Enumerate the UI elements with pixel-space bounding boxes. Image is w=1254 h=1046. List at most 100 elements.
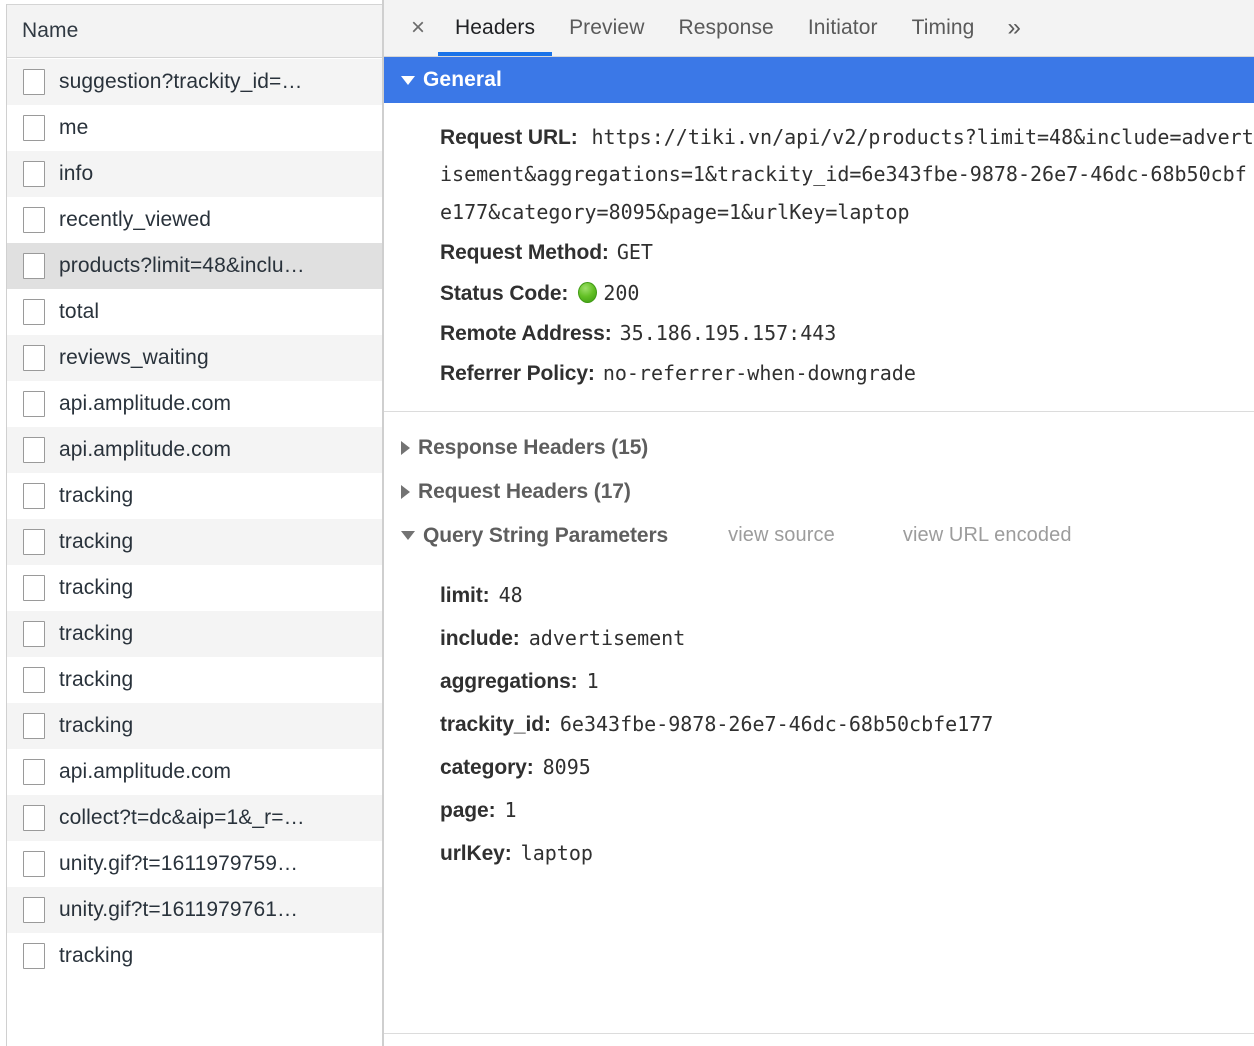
request-list-item[interactable]: total — [7, 289, 382, 335]
query-string-parameter-key: urlKey: — [440, 841, 512, 865]
request-url-row: Request URL: https://tiki.vn/api/v2/prod… — [384, 117, 1254, 233]
request-checkbox[interactable] — [23, 391, 45, 417]
request-checkbox[interactable] — [23, 161, 45, 187]
request-checkbox[interactable] — [23, 483, 45, 509]
request-name-label: products?limit=48&inclu… — [59, 254, 305, 277]
request-checkbox[interactable] — [23, 115, 45, 141]
request-list-item[interactable]: tracking — [7, 519, 382, 565]
query-string-parameter-key: category: — [440, 755, 534, 779]
request-checkbox[interactable] — [23, 299, 45, 325]
request-headers-section[interactable]: Request Headers (17) — [384, 470, 1254, 514]
close-icon[interactable]: × — [398, 0, 438, 56]
request-list-item[interactable]: reviews_waiting — [7, 335, 382, 381]
request-list-item[interactable]: unity.gif?t=1611979759… — [7, 841, 382, 887]
chevron-right-icon — [401, 484, 410, 499]
query-string-parameter-row: category: 8095 — [384, 746, 1254, 789]
more-tabs-icon[interactable]: » — [991, 0, 1036, 56]
request-name-label: tracking — [59, 944, 134, 967]
headers-body: General Request URL: https://tiki.vn/api… — [384, 57, 1254, 1046]
details-tabbar: × Headers Preview Response Initiator Timing … — [384, 0, 1254, 57]
request-checkbox[interactable] — [23, 851, 45, 877]
query-string-section[interactable]: Query String Parameters view source view… — [384, 514, 1254, 558]
general-section-header[interactable]: General — [384, 57, 1254, 103]
request-list-item[interactable]: api.amplitude.com — [7, 427, 382, 473]
status-code-key: Status Code: — [440, 281, 569, 305]
remote-address-value: 35.186.195.157:443 — [619, 321, 837, 345]
request-name-label: tracking — [59, 576, 134, 599]
request-name-label: tracking — [59, 484, 134, 507]
request-checkbox[interactable] — [23, 253, 45, 279]
query-string-parameter-key: trackity_id: — [440, 712, 551, 736]
request-list-item[interactable]: recently_viewed — [7, 197, 382, 243]
query-string-parameter-value: 48 — [498, 582, 523, 607]
tab-response[interactable]: Response — [661, 0, 790, 56]
request-list-item[interactable]: tracking — [7, 657, 382, 703]
request-checkbox[interactable] — [23, 805, 45, 831]
tab-headers[interactable]: Headers — [438, 0, 553, 56]
request-checkbox[interactable] — [23, 69, 45, 95]
request-list-item[interactable]: tracking — [7, 611, 382, 657]
request-checkbox[interactable] — [23, 437, 45, 463]
query-string-parameter-value: advertisement — [528, 625, 686, 650]
request-name-label: api.amplitude.com — [59, 760, 232, 783]
referrer-policy-value: no-referrer-when-downgrade — [602, 361, 916, 386]
view-url-encoded-link[interactable]: view URL encoded — [903, 524, 1072, 547]
request-checkbox[interactable] — [23, 575, 45, 601]
request-checkbox[interactable] — [23, 529, 45, 555]
request-checkbox[interactable] — [23, 345, 45, 371]
request-checkbox[interactable] — [23, 897, 45, 923]
tabs-container: Headers Preview Response Initiator Timing — [438, 0, 991, 56]
request-list-item[interactable]: tracking — [7, 473, 382, 519]
request-list-item[interactable]: api.amplitude.com — [7, 749, 382, 795]
chevron-right-icon — [401, 440, 410, 455]
response-headers-section[interactable]: Response Headers (15) — [384, 426, 1254, 470]
tab-preview[interactable]: Preview — [552, 0, 661, 56]
request-checkbox[interactable] — [23, 713, 45, 739]
request-name-label: tracking — [59, 622, 134, 645]
referrer-policy-key: Referrer Policy: — [440, 362, 595, 386]
request-checkbox[interactable] — [23, 667, 45, 693]
request-name-label: suggestion?trackity_id=… — [59, 70, 303, 93]
request-list-item[interactable]: tracking — [7, 703, 382, 749]
tab-timing[interactable]: Timing — [895, 0, 992, 56]
status-code-value: 200 — [603, 280, 640, 305]
query-string-label: Query String Parameters — [423, 523, 669, 547]
request-list-item[interactable]: unity.gif?t=1611979761… — [7, 887, 382, 933]
request-name-label: tracking — [59, 714, 134, 737]
query-string-parameter-key: include: — [440, 626, 520, 650]
view-source-link[interactable]: view source — [728, 524, 835, 547]
request-checkbox[interactable] — [23, 207, 45, 233]
request-list-item[interactable]: products?limit=48&inclu… — [7, 243, 382, 289]
request-checkbox[interactable] — [23, 621, 45, 647]
query-string-parameter-row: limit: 48 — [384, 574, 1254, 617]
query-string-parameter-row: include: advertisement — [384, 617, 1254, 660]
request-checkbox[interactable] — [23, 943, 45, 969]
chevron-down-icon — [401, 75, 415, 85]
tab-initiator[interactable]: Initiator — [791, 0, 895, 56]
request-method-row: Request Method: GET — [384, 233, 1254, 273]
request-headers-label: Request Headers (17) — [418, 479, 631, 503]
request-name-label: collect?t=dc&aip=1&_r=… — [59, 806, 305, 829]
request-list-item[interactable]: tracking — [7, 565, 382, 611]
request-list-inner: Name suggestion?trackity_id=… me info recen… — [6, 4, 382, 1046]
request-list-item[interactable]: api.amplitude.com — [7, 381, 382, 427]
query-string-parameter-value: 8095 — [542, 754, 591, 779]
request-checkbox[interactable] — [23, 759, 45, 785]
query-string-parameter-key: aggregations: — [440, 669, 578, 693]
remote-address-key: Remote Address: — [440, 322, 612, 345]
request-list-item[interactable]: collect?t=dc&aip=1&_r=… — [7, 795, 382, 841]
request-list-item[interactable]: info — [7, 151, 382, 197]
request-list-item[interactable]: me — [7, 105, 382, 151]
request-list[interactable]: suggestion?trackity_id=…me info recently_v… — [7, 59, 382, 1046]
request-method-key: Request Method: — [440, 241, 609, 265]
request-name-label: api.amplitude.com — [59, 438, 232, 461]
request-list-item[interactable]: tracking — [7, 933, 382, 979]
request-name-label: recently_viewed — [59, 208, 212, 231]
query-string-parameter-row: urlKey: laptop — [384, 832, 1254, 875]
chevron-down-icon — [401, 531, 415, 541]
request-name-label: unity.gif?t=1611979761… — [59, 898, 299, 921]
request-name-label: unity.gif?t=1611979759… — [59, 852, 299, 875]
query-string-parameter-row: page: 1 — [384, 789, 1254, 832]
status-ok-icon — [578, 281, 598, 303]
request-list-item[interactable]: suggestion?trackity_id=… — [7, 59, 382, 105]
